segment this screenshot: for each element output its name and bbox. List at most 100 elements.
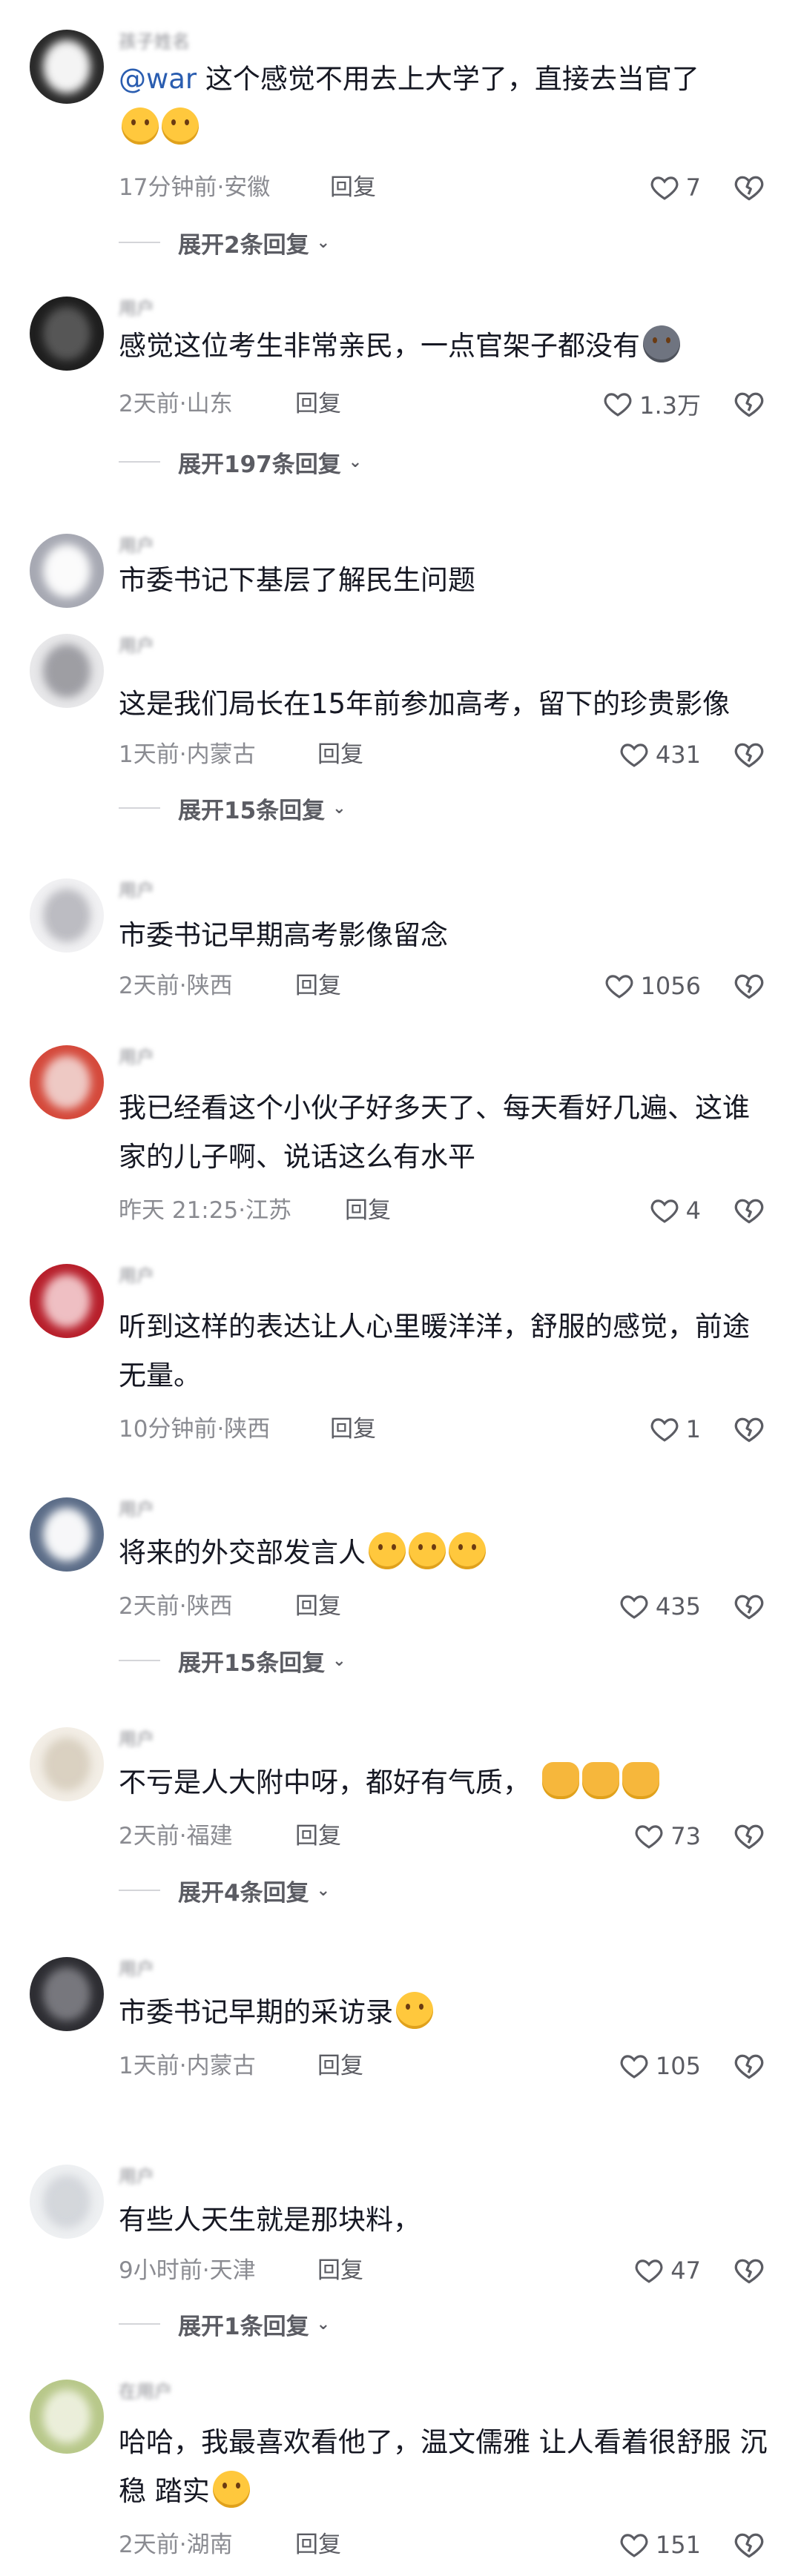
reply-button[interactable]: 回复: [330, 169, 376, 206]
comment-item: 用户 市委书记下基层了解民生问题: [0, 534, 801, 615]
comment-text: @war 这个感觉不用去上大学了，直接去当官了: [119, 55, 771, 153]
username[interactable]: 用户: [119, 1724, 154, 1749]
comment-meta: 2天前·湖南: [119, 2532, 233, 2558]
expand-replies-button[interactable]: 展开1条回复 ⌄: [119, 2305, 330, 2342]
dislike-button[interactable]: [733, 736, 765, 773]
like-button[interactable]: 4: [649, 1192, 701, 1229]
like-button[interactable]: 47: [633, 2252, 701, 2289]
reply-button[interactable]: 回复: [317, 2047, 363, 2085]
heart-outline-icon: [635, 1825, 663, 1849]
like-count: 435: [655, 1592, 701, 1620]
avatar[interactable]: [30, 634, 104, 708]
reply-button[interactable]: 回复: [317, 736, 363, 773]
broken-heart-icon: [734, 1417, 764, 1443]
dislike-button[interactable]: [733, 2526, 765, 2563]
username[interactable]: 用户: [119, 1954, 154, 1979]
username[interactable]: 用户: [119, 2162, 154, 2187]
like-button[interactable]: 1.3万: [602, 385, 701, 423]
mention-link[interactable]: @war: [119, 63, 197, 95]
reply-button[interactable]: 回复: [295, 967, 341, 1004]
broken-heart-icon: [734, 1595, 764, 1620]
dislike-button[interactable]: [733, 1818, 765, 1855]
comment-meta: 1天前·内蒙古: [119, 741, 256, 768]
avatar[interactable]: [30, 297, 104, 371]
avatar[interactable]: [30, 1264, 104, 1338]
comment-item: 用户 将来的外交部发言人 2天前·陕西 回复 435 展开15条回复 ⌄: [0, 1497, 801, 1698]
avatar[interactable]: [30, 534, 104, 608]
like-button[interactable]: 431: [619, 736, 701, 773]
comment-item: 用户 市委书记早期高考影像留念 2天前·陕西 回复 1056: [0, 878, 801, 1027]
reply-button[interactable]: 回复: [330, 1411, 376, 1448]
comment-text: 市委书记早期的采访录: [119, 1988, 771, 2037]
pleading-face-emoji-icon: [396, 1992, 433, 2029]
like-button[interactable]: 1056: [604, 967, 701, 1004]
dislike-button[interactable]: [733, 169, 765, 206]
reply-button[interactable]: 回复: [295, 1588, 341, 1625]
expand-replies-button[interactable]: 展开15条回复 ⌄: [119, 1642, 346, 1679]
comment-item: 在用户 哈哈，我最喜欢看他了，温文儒雅 让人看着很舒服 沉稳 踏实 2天前·湖南…: [0, 2380, 801, 2576]
grin-emoji-icon: [212, 2471, 250, 2508]
broken-heart-icon: [734, 2259, 764, 2284]
comment-meta: 2天前·陕西: [119, 1593, 233, 1620]
heart-outline-icon: [650, 176, 679, 200]
avatar[interactable]: [30, 1045, 104, 1119]
comment-item: 用户 我已经看这个小伙子好多天了、每天看好几遍、这谁家的儿子啊、说话这么有水平 …: [0, 1045, 801, 1245]
avatar[interactable]: [30, 30, 104, 104]
avatar[interactable]: [30, 1957, 104, 2031]
reply-button[interactable]: 回复: [317, 2252, 363, 2289]
like-button[interactable]: 151: [619, 2526, 701, 2563]
broken-heart-icon: [734, 2054, 764, 2079]
like-button[interactable]: 7: [649, 169, 701, 206]
reply-button[interactable]: 回复: [295, 2526, 341, 2563]
avatar[interactable]: [30, 2380, 104, 2454]
reply-button[interactable]: 回复: [295, 385, 341, 423]
username[interactable]: 用户: [119, 294, 154, 319]
comment-item: 用户 听到这样的表达让人心里暖洋洋，舒服的感觉，前途无量。 10分钟前·陕西 回…: [0, 1264, 801, 1464]
dislike-button[interactable]: [733, 2252, 765, 2289]
username[interactable]: 用户: [119, 531, 154, 556]
face-emoji-icon: [162, 107, 199, 145]
like-button[interactable]: 105: [619, 2047, 701, 2085]
reply-button[interactable]: 回复: [345, 1192, 391, 1229]
broken-heart-icon: [734, 2533, 764, 2558]
comment-item: 用户 这是我们局长在15年前参加高考，留下的珍贵影像 1天前·内蒙古 回复 43…: [0, 634, 801, 849]
avatar[interactable]: [30, 2165, 104, 2239]
avatar[interactable]: [30, 1497, 104, 1572]
avatar[interactable]: [30, 878, 104, 953]
comment-text: 哈哈，我最喜欢看他了，温文儒雅 让人看着很舒服 沉稳 踏实: [119, 2426, 768, 2508]
broken-heart-icon: [734, 974, 764, 999]
expand-replies-button[interactable]: 展开4条回复 ⌄: [119, 1872, 330, 1909]
dislike-button[interactable]: [733, 2047, 765, 2085]
comment-meta: 1天前·内蒙古: [119, 2053, 256, 2079]
grin-emoji-icon: [369, 1532, 406, 1569]
dislike-button[interactable]: [733, 1588, 765, 1625]
comment-text: 将来的外交部发言人: [119, 1529, 771, 1577]
broken-heart-icon: [734, 743, 764, 768]
dislike-button[interactable]: [733, 385, 765, 423]
username[interactable]: 用户: [119, 875, 154, 901]
username[interactable]: 用户: [119, 631, 154, 656]
dislike-button[interactable]: [733, 967, 765, 1004]
expand-replies-button[interactable]: 展开15条回复 ⌄: [119, 789, 346, 827]
heart-outline-icon: [650, 1418, 679, 1442]
username[interactable]: 在用户: [119, 2377, 172, 2402]
username[interactable]: 孩子姓名: [119, 27, 190, 52]
expand-replies-button[interactable]: 展开2条回复 ⌄: [119, 224, 330, 261]
username[interactable]: 用户: [119, 1261, 154, 1286]
reply-button[interactable]: 回复: [295, 1818, 341, 1855]
heart-outline-icon: [650, 1199, 679, 1223]
username[interactable]: 用户: [119, 1042, 154, 1067]
username[interactable]: 用户: [119, 1494, 154, 1520]
grin-emoji-icon: [409, 1532, 446, 1569]
like-button[interactable]: 1: [649, 1411, 701, 1448]
like-button[interactable]: 73: [633, 1818, 701, 1855]
like-count: 73: [670, 1822, 701, 1850]
like-button[interactable]: 435: [619, 1588, 701, 1625]
broken-heart-icon: [734, 1199, 764, 1224]
dislike-button[interactable]: [733, 1411, 765, 1448]
dislike-button[interactable]: [733, 1192, 765, 1229]
expand-replies-button[interactable]: 展开197条回复 ⌄: [119, 443, 362, 480]
comment-text: 我已经看这个小伙子好多天了、每天看好几遍、这谁家的儿子啊、说话这么有水平: [119, 1092, 750, 1173]
avatar[interactable]: [30, 1727, 104, 1801]
heart-outline-icon: [620, 1595, 648, 1619]
